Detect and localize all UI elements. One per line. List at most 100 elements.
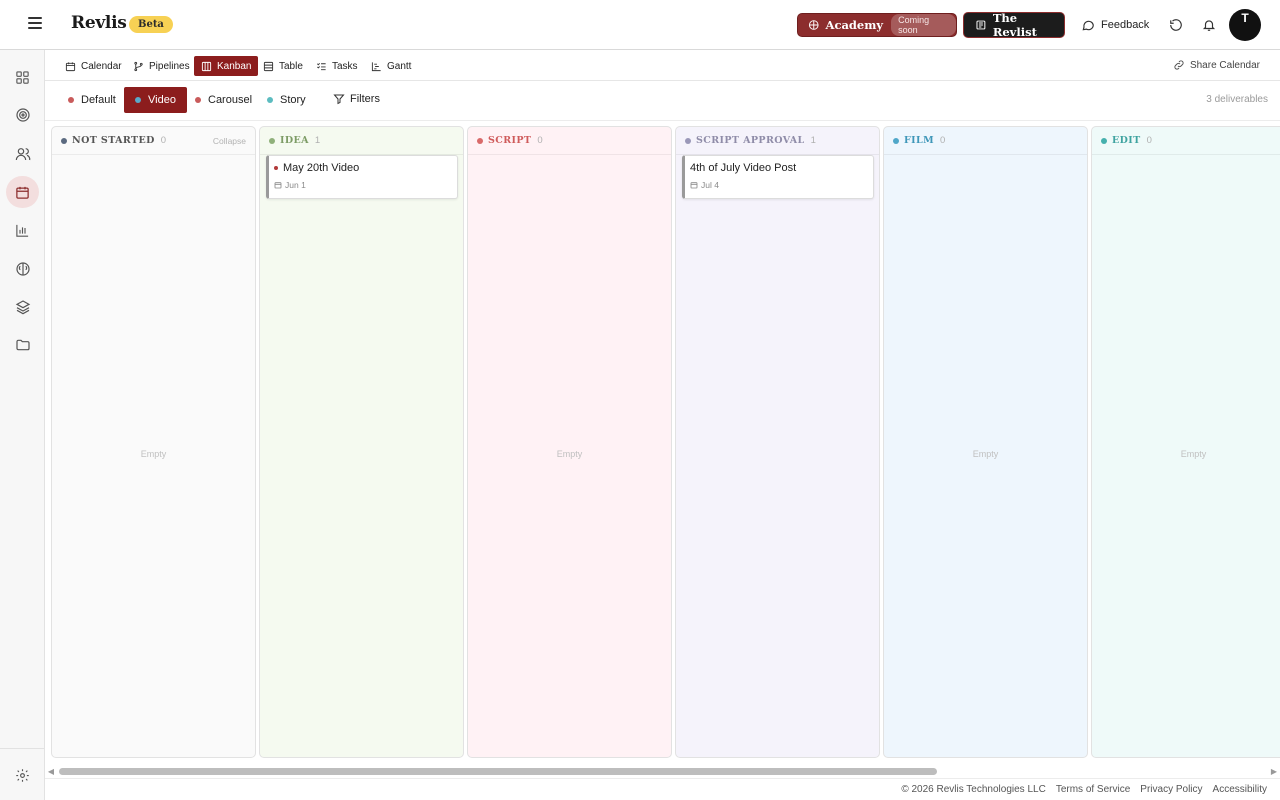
empty-label: Empty [1180, 449, 1207, 459]
feedback-label: Feedback [1101, 19, 1150, 31]
newspaper-icon [976, 20, 986, 30]
academy-icon [808, 20, 819, 30]
card-date: Jul 4 [701, 180, 719, 190]
calendar-icon [65, 61, 76, 71]
column-idea: IDEA 1 May 20th Video Jun 1 [259, 126, 464, 758]
empty-label: Empty [972, 449, 999, 459]
copyright-text: © 2026 Revlis Technologies LLC [901, 784, 1046, 795]
tab-kanban[interactable]: Kanban [194, 56, 259, 76]
default-dot [68, 97, 74, 103]
status-dot [893, 137, 899, 144]
branch-icon [134, 61, 143, 71]
column-title: SCRIPT APPROVAL [696, 135, 805, 146]
tab-label: Pipelines [149, 60, 190, 72]
column-script-approval: SCRIPT APPROVAL 1 4th of July Video Post… [675, 126, 880, 758]
dashboard-icon[interactable] [6, 61, 39, 93]
privacy-link[interactable]: Privacy Policy [1140, 784, 1202, 795]
share-calendar-button[interactable]: Share Calendar [1173, 59, 1260, 71]
card-date: Jun 1 [285, 180, 306, 190]
collapse-button[interactable]: Collapse [213, 136, 246, 146]
status-dot [1101, 137, 1107, 144]
avatar[interactable]: T [1229, 9, 1261, 41]
video-dot [135, 97, 141, 103]
filter-label: Video [148, 94, 176, 106]
filters-label: Filters [350, 93, 380, 105]
menu-icon[interactable] [24, 14, 46, 36]
column-film: FILM 0 Empty [883, 126, 1088, 758]
horizontal-scrollbar[interactable]: ◀ ▶ [45, 766, 1280, 778]
column-title: SCRIPT [488, 135, 532, 146]
users-icon[interactable] [6, 138, 39, 170]
status-dot [61, 137, 67, 144]
top-header: Revlis Beta Academy Coming soon The Revl… [0, 0, 1280, 50]
funnel-icon [333, 94, 345, 105]
carousel-dot [195, 97, 201, 103]
feedback-button[interactable]: Feedback [1081, 15, 1149, 35]
column-title: FILM [904, 135, 934, 146]
bell-icon[interactable] [1199, 15, 1219, 35]
kanban-card[interactable]: 4th of July Video Post Jul 4 [682, 155, 874, 199]
accessibility-link[interactable]: Accessibility [1213, 784, 1267, 795]
calendar-icon[interactable] [6, 176, 39, 208]
card-title: 4th of July Video Post [690, 162, 797, 174]
column-title: EDIT [1112, 135, 1141, 146]
card-title: May 20th Video [283, 162, 360, 174]
column-count: 1 [314, 135, 321, 146]
chat-bubble-icon [1082, 20, 1094, 31]
filter-video[interactable]: Video [124, 87, 187, 113]
status-dot [269, 137, 275, 144]
column-not-started: NOT STARTED 0 Collapse Empty [51, 126, 256, 758]
academy-button[interactable]: Academy Coming soon [797, 13, 957, 37]
column-header: EDIT 0 [1092, 127, 1280, 155]
column-header: SCRIPT APPROVAL 1 [676, 127, 879, 155]
column-count: 1 [810, 135, 816, 146]
column-header: IDEA 1 [260, 127, 463, 155]
tab-pipelines[interactable]: Pipelines [126, 56, 197, 76]
tab-calendar[interactable]: Calendar [58, 56, 129, 76]
column-script: SCRIPT 0 Empty [467, 126, 672, 758]
gantt-icon [371, 61, 381, 71]
table-icon [263, 61, 274, 71]
brand-logo[interactable]: Revlis [71, 13, 127, 33]
target-icon[interactable] [6, 99, 39, 131]
tab-gantt[interactable]: Gantt [364, 56, 418, 76]
column-header: NOT STARTED 0 Collapse [52, 127, 255, 155]
scrollbar-thumb[interactable] [59, 768, 937, 775]
academy-label: Academy [825, 18, 884, 32]
content-type-filter-bar: Default Video Carousel Story Filters 3 d… [45, 81, 1280, 121]
left-sidebar [0, 50, 45, 800]
column-header: SCRIPT 0 [468, 127, 671, 155]
coming-soon-badge: Coming soon [891, 14, 956, 36]
revlist-label: The Revlist [992, 11, 1037, 39]
filter-default[interactable]: Default [57, 87, 127, 113]
brain-icon[interactable] [6, 253, 39, 285]
filter-label: Story [280, 94, 306, 106]
sidebar-bottom [0, 748, 45, 800]
filter-story[interactable]: Story [256, 87, 317, 113]
layers-icon[interactable] [6, 291, 39, 323]
refresh-icon[interactable] [1166, 15, 1186, 35]
calendar-icon [690, 182, 698, 189]
filters-button[interactable]: Filters [333, 93, 380, 105]
analytics-icon[interactable] [6, 214, 39, 246]
folder-icon[interactable] [6, 329, 39, 361]
column-count: 0 [537, 135, 543, 146]
empty-label: Empty [556, 449, 583, 459]
settings-icon[interactable] [6, 759, 39, 791]
tab-tasks[interactable]: Tasks [309, 56, 365, 76]
filter-carousel[interactable]: Carousel [184, 87, 263, 113]
scroll-right-icon[interactable]: ▶ [1269, 767, 1279, 777]
share-label: Share Calendar [1189, 59, 1260, 71]
beta-badge: Beta [129, 16, 173, 33]
terms-link[interactable]: Terms of Service [1056, 784, 1130, 795]
scroll-left-icon[interactable]: ◀ [46, 767, 56, 777]
tab-label: Kanban [217, 60, 252, 72]
kanban-card[interactable]: May 20th Video Jun 1 [266, 155, 458, 199]
tab-table[interactable]: Table [256, 56, 310, 76]
footer: © 2026 Revlis Technologies LLC Terms of … [45, 778, 1280, 800]
deliverables-count: 3 deliverables [1206, 94, 1268, 105]
revlist-button[interactable]: The Revlist [963, 11, 1065, 39]
link-icon [1174, 60, 1184, 70]
tab-label: Tasks [332, 60, 358, 72]
tab-label: Table [279, 60, 303, 72]
